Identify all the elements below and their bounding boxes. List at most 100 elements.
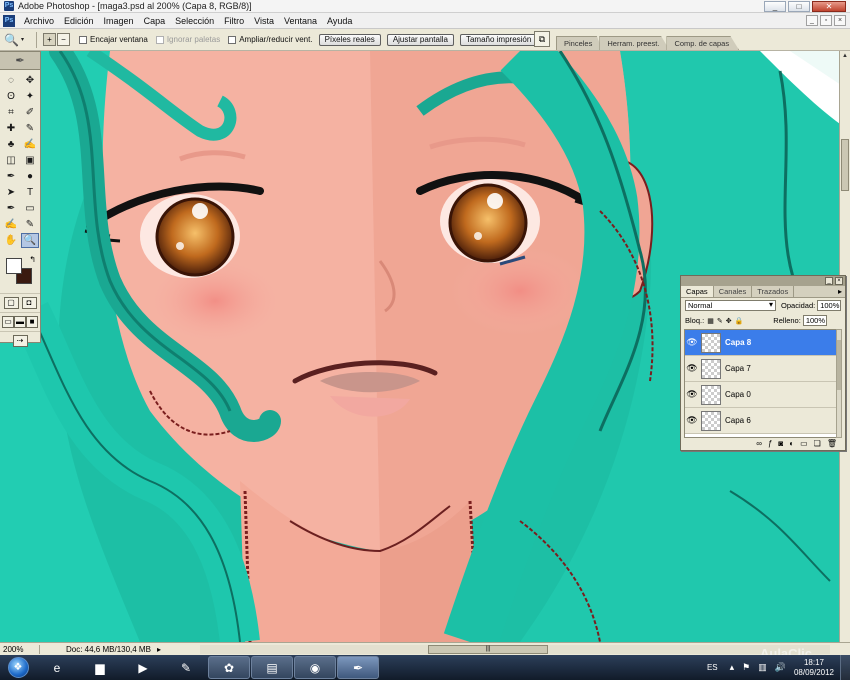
fit-window-checkbox[interactable]: Encajar ventana <box>79 35 148 44</box>
opacity-field[interactable]: 100% <box>817 300 841 311</box>
standard-mode-icon[interactable]: ▢ <box>3 297 19 309</box>
doc-minimize-button[interactable]: _ <box>806 15 818 26</box>
menu-edicion[interactable]: Edición <box>59 13 99 29</box>
doc-close-button[interactable]: × <box>834 15 846 26</box>
foreground-color-swatch[interactable] <box>6 258 22 274</box>
panel-close-icon[interactable]: × <box>835 277 843 285</box>
move-tool-icon[interactable]: ✥ <box>21 73 39 88</box>
eye-icon[interactable]: 👁 <box>685 415 699 426</box>
close-button[interactable]: ✕ <box>812 1 846 12</box>
app-icon-2[interactable]: ✿ <box>208 656 250 679</box>
lasso-tool-icon[interactable]: ʘ <box>2 89 20 104</box>
maximize-button[interactable]: □ <box>788 1 810 12</box>
quick-mask-icon[interactable]: ◘ <box>21 297 37 309</box>
chrome-icon[interactable]: ◉ <box>294 656 336 679</box>
media-player-icon[interactable]: ▶ <box>122 656 164 679</box>
menu-filtro[interactable]: Filtro <box>219 13 249 29</box>
slice-tool-icon[interactable]: ✐ <box>21 105 39 120</box>
menu-ventana[interactable]: Ventana <box>279 13 322 29</box>
zoom-tool-icon[interactable]: 🔍 <box>21 233 39 248</box>
tab-herram-preest[interactable]: Herram. preest. <box>599 36 670 50</box>
type-tool-icon[interactable]: T <box>21 185 39 200</box>
healing-brush-tool-icon[interactable]: ✚ <box>2 121 20 136</box>
checkbox-box[interactable] <box>228 35 237 44</box>
scroll-up-icon[interactable]: ▲ <box>840 51 850 61</box>
menu-archivo[interactable]: Archivo <box>19 13 59 29</box>
tab-comp-capas[interactable]: Comp. de capas <box>666 36 740 50</box>
eye-icon[interactable]: 👁 <box>685 363 699 374</box>
eyedropper-tool-icon[interactable]: ✎ <box>21 217 39 232</box>
photoshop-taskbar-icon[interactable]: ✒ <box>337 656 379 679</box>
layer-list-scrollbar[interactable] <box>836 329 842 438</box>
menu-seleccion[interactable]: Selección <box>170 13 219 29</box>
clone-stamp-tool-icon[interactable]: ♣ <box>2 137 20 152</box>
lock-all-icon[interactable]: 🔒 <box>735 317 744 325</box>
fit-screen-button[interactable]: Ajustar pantalla <box>386 33 454 46</box>
eraser-tool-icon[interactable]: ◫ <box>2 153 20 168</box>
add-mask-icon[interactable]: ◙ <box>778 439 783 448</box>
layer-row[interactable]: 👁 Capa 8 <box>685 330 837 356</box>
minimize-button[interactable]: _ <box>764 1 786 12</box>
layers-panel-titlebar[interactable]: _ × <box>681 276 845 286</box>
scroll-thumb[interactable] <box>837 340 841 390</box>
flag-icon[interactable]: ⚑ <box>742 662 750 673</box>
tab-capas[interactable]: Capas <box>681 286 714 297</box>
layer-row[interactable]: 👁 Capa 7 <box>685 356 837 382</box>
brush-tool-icon[interactable]: ✎ <box>21 121 39 136</box>
internet-explorer-icon[interactable]: e <box>36 656 78 679</box>
actual-pixels-button[interactable]: Píxeles reales <box>318 33 381 46</box>
link-layers-icon[interactable]: ∞ <box>756 439 762 448</box>
network-icon[interactable]: ▥ <box>758 662 767 673</box>
lock-transparency-icon[interactable]: ▦ <box>707 317 714 325</box>
crop-tool-icon[interactable]: ⌗ <box>2 105 20 120</box>
fill-field[interactable]: 100% <box>802 315 827 326</box>
eye-icon[interactable]: 👁 <box>685 337 699 348</box>
shape-tool-icon[interactable]: ▭ <box>21 201 39 216</box>
resize-window-checkbox[interactable]: Ampliar/reducir vent. <box>228 35 313 44</box>
full-screen-icon[interactable]: ■ <box>26 316 38 328</box>
checkbox-box[interactable] <box>79 35 87 44</box>
scroll-thumb[interactable]: ||| <box>428 645 548 654</box>
menu-capa[interactable]: Capa <box>139 13 171 29</box>
new-layer-icon[interactable]: ❏ <box>814 439 821 448</box>
history-brush-tool-icon[interactable]: ✍ <box>21 137 39 152</box>
blur-tool-icon[interactable]: ✒ <box>2 169 20 184</box>
scroll-thumb[interactable] <box>841 139 849 191</box>
print-size-button[interactable]: Tamaño impresión <box>459 33 538 46</box>
magic-wand-tool-icon[interactable]: ✦ <box>21 89 39 104</box>
zoom-out-button[interactable]: − <box>57 33 70 46</box>
start-button[interactable]: ❖ <box>0 655 36 680</box>
status-menu-icon[interactable]: ▸ <box>157 645 161 654</box>
app-icon-1[interactable]: ✎ <box>165 656 207 679</box>
full-screen-menu-icon[interactable]: ▬ <box>14 316 26 328</box>
panel-menu-icon[interactable]: ▸ <box>838 287 842 296</box>
show-desktop-button[interactable] <box>840 655 850 680</box>
path-selection-tool-icon[interactable]: ➤ <box>2 185 20 200</box>
tool-preset-picker[interactable]: 🔍 ▾ <box>4 31 32 49</box>
eye-icon[interactable]: 👁 <box>685 389 699 400</box>
doc-restore-button[interactable]: ▫ <box>820 15 832 26</box>
app-icon-3[interactable]: ▤ <box>251 656 293 679</box>
marquee-tool-icon[interactable]: ◌ <box>2 73 20 88</box>
menu-vista[interactable]: Vista <box>249 13 279 29</box>
tab-canales[interactable]: Canales <box>714 286 753 297</box>
panel-minimize-icon[interactable]: _ <box>825 277 833 285</box>
delete-layer-icon[interactable]: 🗑 <box>827 439 837 448</box>
layer-row[interactable]: 👁 Capa 6 <box>685 408 837 434</box>
layer-style-icon[interactable]: ƒ <box>768 439 772 448</box>
gradient-tool-icon[interactable]: ▣ <box>21 153 39 168</box>
palette-well-icon[interactable]: ⧉ <box>534 31 550 47</box>
language-indicator[interactable]: ES <box>707 663 718 672</box>
menu-imagen[interactable]: Imagen <box>99 13 139 29</box>
tray-arrow-icon[interactable]: ▴ <box>730 662 735 673</box>
tab-trazados[interactable]: Trazados <box>752 286 795 297</box>
zoom-in-button[interactable]: + <box>43 33 56 46</box>
toolbox-header[interactable]: ✒ <box>0 52 40 70</box>
imageready-icon[interactable]: ⇢ <box>12 335 28 347</box>
menu-ayuda[interactable]: Ayuda <box>322 13 357 29</box>
hand-tool-icon[interactable]: ✋ <box>2 233 20 248</box>
standard-screen-icon[interactable]: ▭ <box>2 316 14 328</box>
swap-colors-icon[interactable]: ↰ <box>29 255 36 264</box>
volume-icon[interactable]: 🔊 <box>775 662 786 673</box>
lock-position-icon[interactable]: ✥ <box>726 317 732 325</box>
